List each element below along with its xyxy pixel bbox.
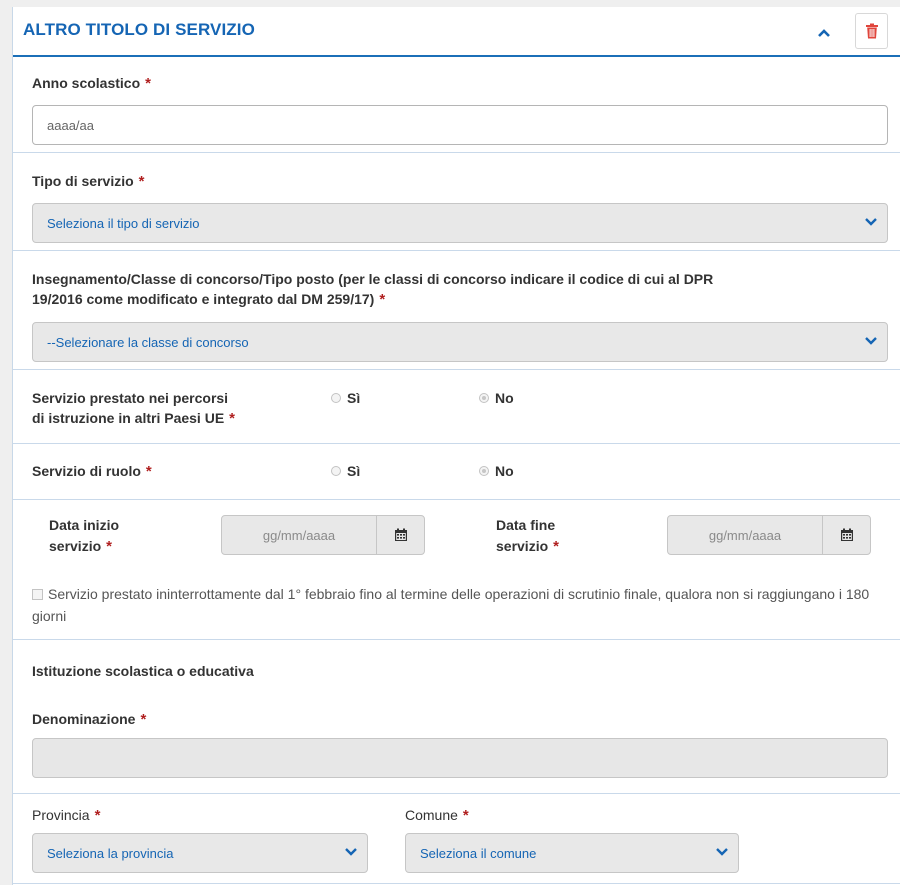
calendar-icon xyxy=(840,528,853,541)
servizio-ue-label-line1: Servizio prestato nei percorsi xyxy=(32,390,229,406)
divider xyxy=(13,639,900,640)
tipo-servizio-label: Tipo di servizio * xyxy=(32,171,145,192)
required-marker: * xyxy=(145,75,151,92)
radio-label-no: No xyxy=(495,463,514,479)
panel-header: ALTRO TITOLO DI SERVIZIO xyxy=(13,7,900,57)
anno-scolastico-placeholder: aaaa/aa xyxy=(47,117,94,133)
divider xyxy=(13,250,900,251)
divider xyxy=(13,443,900,444)
data-fine-label: Data fine servizio * xyxy=(496,515,559,557)
delete-button[interactable] xyxy=(855,13,888,49)
data-fine-label-line1: Data fine xyxy=(496,517,556,533)
divider xyxy=(13,499,900,500)
ininterrotto-label: Servizio prestato ininterrottamente dal … xyxy=(32,586,870,624)
altro-titolo-panel: ALTRO TITOLO DI SERVIZIO Anno scolastico… xyxy=(12,7,900,885)
classe-concorso-select[interactable]: --Selezionare la classe di concorso xyxy=(32,322,888,362)
data-inizio-label-line2: servizio xyxy=(49,538,102,554)
collapse-button[interactable] xyxy=(813,22,835,44)
radio-button[interactable] xyxy=(479,466,489,476)
panel-title: ALTRO TITOLO DI SERVIZIO xyxy=(23,20,255,39)
provincia-label-text: Provincia xyxy=(32,807,90,823)
chevron-down-icon xyxy=(865,218,877,226)
servizio-ue-label: Servizio prestato nei percorsi di istruz… xyxy=(32,388,235,429)
classe-concorso-selected: --Selezionare la classe di concorso xyxy=(47,334,249,350)
required-marker: * xyxy=(106,538,112,555)
ininterrotto-checkbox[interactable] xyxy=(32,589,43,600)
servizio-ruolo-radio-si[interactable]: Sì xyxy=(331,463,360,479)
comune-label: Comune * xyxy=(405,805,469,826)
servizio-ruolo-label-text: Servizio di ruolo xyxy=(32,463,141,479)
servizio-ue-radio-si[interactable]: Sì xyxy=(331,390,360,406)
data-fine-input[interactable]: gg/mm/aaaa xyxy=(668,516,823,554)
insegnamento-label-line1: Insegnamento/Classe di concorso/Tipo pos… xyxy=(32,271,714,287)
required-marker: * xyxy=(140,711,147,728)
divider xyxy=(13,152,900,153)
chevron-down-icon xyxy=(345,848,357,856)
anno-scolastico-label-text: Anno scolastico xyxy=(32,75,141,91)
data-inizio-field[interactable]: gg/mm/aaaa xyxy=(221,515,425,555)
denominazione-input[interactable] xyxy=(32,738,888,778)
required-marker: * xyxy=(462,807,469,824)
denominazione-label: Denominazione * xyxy=(32,709,146,730)
chevron-down-icon xyxy=(716,848,728,856)
servizio-ruolo-label: Servizio di ruolo * xyxy=(32,461,152,482)
provincia-select[interactable]: Seleziona la provincia xyxy=(32,833,368,873)
provincia-selected: Seleziona la provincia xyxy=(47,845,174,861)
provincia-label: Provincia * xyxy=(32,805,100,826)
radio-button[interactable] xyxy=(479,393,489,403)
required-marker: * xyxy=(229,410,236,427)
chevron-up-icon xyxy=(818,29,830,37)
tipo-servizio-label-text: Tipo di servizio xyxy=(32,173,134,189)
radio-button[interactable] xyxy=(331,466,341,476)
servizio-ruolo-radio-no[interactable]: No xyxy=(479,463,514,479)
istituzione-heading: Istituzione scolastica o educativa xyxy=(32,663,254,679)
required-marker: * xyxy=(138,173,145,190)
data-fine-label-line2: servizio xyxy=(496,538,549,554)
chevron-down-icon xyxy=(865,337,877,345)
trash-icon xyxy=(865,23,878,39)
ininterrotto-checkbox-row[interactable]: Servizio prestato ininterrottamente dal … xyxy=(32,583,892,627)
comune-label-text: Comune xyxy=(405,807,458,823)
servizio-ue-radio-no[interactable]: No xyxy=(479,390,514,406)
radio-label-no: No xyxy=(495,390,514,406)
divider xyxy=(13,369,900,370)
divider xyxy=(13,883,900,884)
denominazione-label-text: Denominazione xyxy=(32,711,136,727)
tipo-servizio-selected: Seleziona il tipo di servizio xyxy=(47,215,200,231)
data-fine-field[interactable]: gg/mm/aaaa xyxy=(667,515,871,555)
data-inizio-calendar-button[interactable] xyxy=(377,516,424,554)
insegnamento-label: Insegnamento/Classe di concorso/Tipo pos… xyxy=(32,269,892,310)
insegnamento-label-line2: 19/2016 come modificato e integrato dal … xyxy=(32,291,375,307)
data-fine-calendar-button[interactable] xyxy=(823,516,870,554)
required-marker: * xyxy=(94,807,101,824)
comune-selected: Seleziona il comune xyxy=(420,845,537,861)
servizio-ue-label-line2: di istruzione in altri Paesi UE xyxy=(32,410,225,426)
anno-scolastico-input[interactable]: aaaa/aa xyxy=(32,105,888,145)
data-inizio-label-line1: Data inizio xyxy=(49,517,120,533)
tipo-servizio-select[interactable]: Seleziona il tipo di servizio xyxy=(32,203,888,243)
radio-label-si: Sì xyxy=(347,390,361,406)
divider xyxy=(13,793,900,794)
comune-select[interactable]: Seleziona il comune xyxy=(405,833,739,873)
data-inizio-input[interactable]: gg/mm/aaaa xyxy=(222,516,377,554)
calendar-icon xyxy=(394,528,407,541)
radio-label-si: Sì xyxy=(347,463,361,479)
required-marker: * xyxy=(145,463,152,480)
required-marker: * xyxy=(379,291,386,308)
required-marker: * xyxy=(553,538,559,555)
anno-scolastico-label: Anno scolastico * xyxy=(32,73,151,94)
data-inizio-label: Data inizio servizio * xyxy=(49,515,119,557)
radio-button[interactable] xyxy=(331,393,341,403)
